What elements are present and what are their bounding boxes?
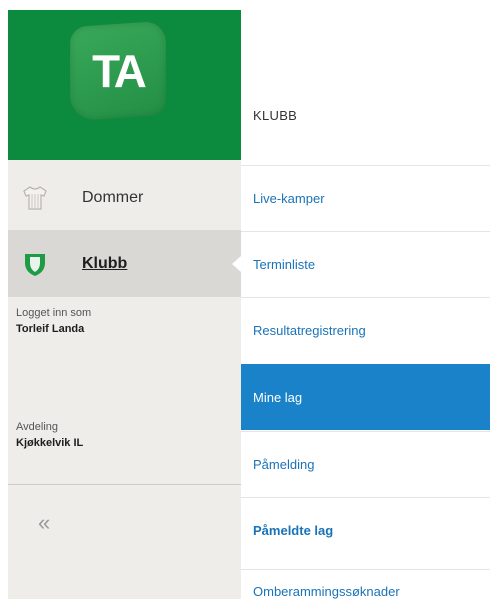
menu-item-terminliste[interactable]: Terminliste <box>241 231 490 297</box>
menu-item-pamelding[interactable]: Påmelding <box>241 431 490 497</box>
sidebar-item-dommer[interactable]: Dommer <box>8 165 241 230</box>
logo-text: TA <box>92 44 144 98</box>
menu-header: KLUBB <box>241 10 490 165</box>
menu-item-mine-lag[interactable]: Mine lag <box>241 364 490 430</box>
active-indicator <box>232 256 241 272</box>
club-menu: KLUBB Live-kamper Terminliste Resultatre… <box>241 10 490 599</box>
logged-in-user: Torleif Landa <box>16 323 85 335</box>
sidebar: TA Dommer Klubb Logget inn som Torleif L… <box>8 10 241 599</box>
sidebar-divider <box>8 484 241 485</box>
menu-item-pameldte-lag[interactable]: Påmeldte lag <box>241 497 490 563</box>
department-value: Kjøkkelvik IL <box>16 437 84 449</box>
menu-item-resultatregistrering[interactable]: Resultatregistrering <box>241 297 490 363</box>
menu-title: KLUBB <box>253 108 298 123</box>
shield-icon <box>25 253 45 276</box>
department-label: Avdeling <box>16 421 58 433</box>
logo-area: TA <box>8 10 241 160</box>
menu-item-live-kamper[interactable]: Live-kamper <box>241 165 490 231</box>
sidebar-item-label: Klubb <box>82 254 128 272</box>
logged-in-label: Logget inn som <box>16 307 92 319</box>
menu-item-omberammingssoknader[interactable]: Omberammingssøknader <box>241 569 490 599</box>
sidebar-item-label: Dommer <box>82 188 144 206</box>
sidebar-item-klubb[interactable]: Klubb <box>8 230 241 297</box>
double-chevron-left-icon[interactable]: « <box>38 512 50 534</box>
logo[interactable]: TA <box>70 20 166 122</box>
shirt-icon <box>23 185 47 210</box>
